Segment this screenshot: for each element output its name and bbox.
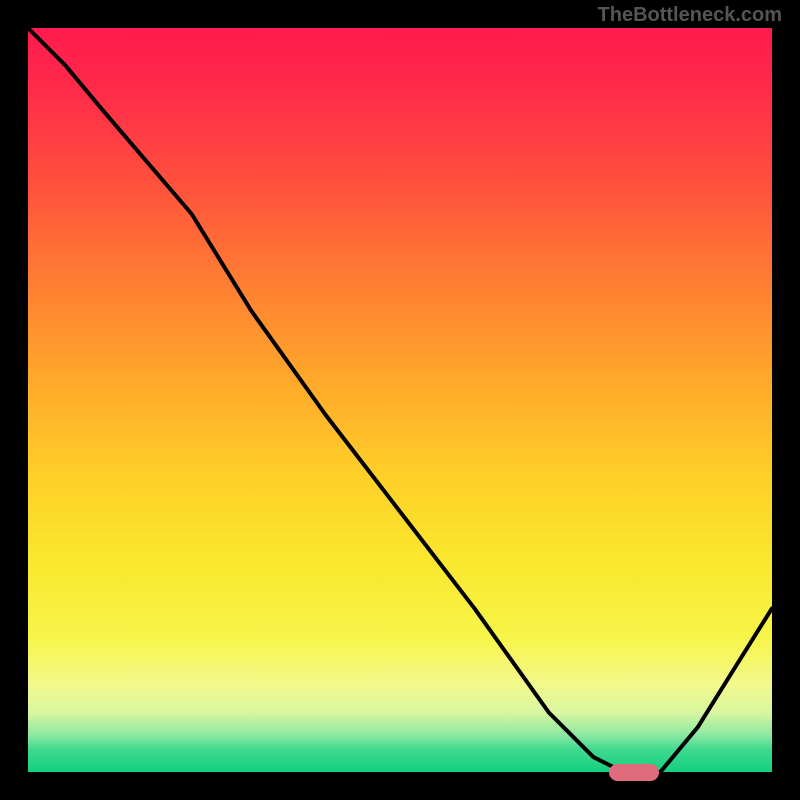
chart-container: TheBottleneck.com [0, 0, 800, 800]
plot-area [28, 28, 772, 772]
data-line [28, 28, 772, 772]
watermark-text: TheBottleneck.com [598, 4, 782, 27]
highlight-marker [609, 764, 659, 781]
line-curve [28, 28, 772, 772]
